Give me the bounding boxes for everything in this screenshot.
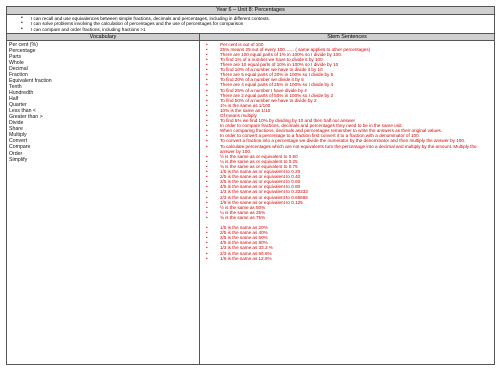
- objective-item: I can compare and order fractions, inclu…: [21, 27, 494, 33]
- vocabulary-cell: Per cent (%) Percentage Parts Whole Decimal F…: [6, 40, 200, 365]
- unit-title: Year 6 – Unit 8: Percentages: [5, 6, 496, 15]
- stem-sentence: 1/8 is the same as 12.5%: [204, 256, 490, 261]
- vocabulary-heading: Vocabulary: [6, 32, 200, 42]
- stems-cell: Per cent is out of 10025% means 25 out o…: [198, 40, 496, 365]
- vocabulary-list: Per cent (%) Percentage Parts Whole Decimal F…: [9, 42, 197, 163]
- objectives-cell: I can recall and use equivalences betwee…: [5, 14, 496, 34]
- objectives-list: I can recall and use equivalences betwee…: [21, 16, 494, 33]
- stem-sentences-list: Per cent is out of 10025% means 25 out o…: [204, 42, 490, 261]
- stems-heading: Stem Sentences: [198, 32, 496, 42]
- stem-sentence: To calculate percentages which are not e…: [204, 144, 490, 154]
- vocabulary-item: Simplify: [9, 156, 28, 163]
- unit-sheet: Year 6 – Unit 8: Percentages I can recal…: [5, 6, 496, 365]
- unit-table: Year 6 – Unit 8: Percentages I can recal…: [5, 6, 496, 365]
